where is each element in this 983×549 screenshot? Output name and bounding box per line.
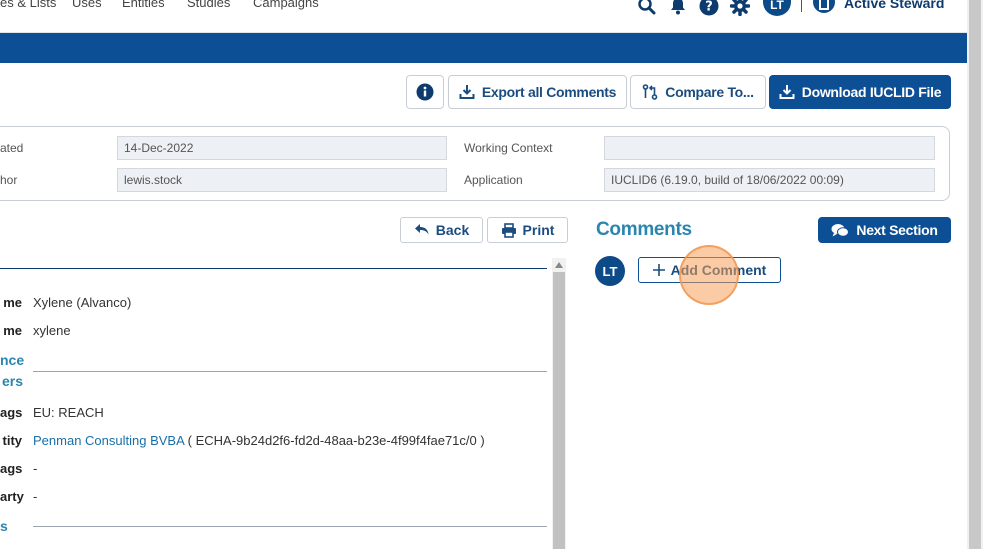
author-label: hor xyxy=(0,173,18,187)
download-iuclid-button[interactable]: Download IUCLID File xyxy=(769,75,951,109)
compare-to-button[interactable]: Compare To... xyxy=(630,75,766,109)
detail-top-rule xyxy=(0,268,547,269)
third-party-value: - xyxy=(33,489,38,504)
search-icon[interactable] xyxy=(637,0,657,16)
scroll-up-icon[interactable] xyxy=(555,262,563,268)
detail-scrollbar[interactable] xyxy=(552,258,566,549)
working-context-field xyxy=(604,136,935,160)
page-scrollbar[interactable] xyxy=(967,0,983,549)
nav-link-studies[interactable]: Studies xyxy=(187,0,230,10)
nav-separator xyxy=(801,0,802,12)
print-label: Print xyxy=(522,222,555,238)
back-label: Back xyxy=(435,222,470,238)
add-comment-button[interactable]: Add Comment xyxy=(638,257,781,283)
print-button[interactable]: Print xyxy=(487,217,568,243)
download-label: Download IUCLID File xyxy=(801,84,942,100)
legal-entity-uuid: ( ECHA-9b24d2f6-fd2d-48aa-b23e-4f99f4fae… xyxy=(184,433,485,448)
export-all-comments-button[interactable]: Export all Comments xyxy=(448,75,627,109)
bell-icon[interactable] xyxy=(668,0,688,16)
nav-link-campaigns[interactable]: Campaigns xyxy=(253,0,319,10)
third-party-label: arty xyxy=(0,489,24,504)
legal-entity-value: Penman Consulting BVBA ( ECHA-9b24d2f6-f… xyxy=(33,433,485,448)
header-bar xyxy=(0,33,967,63)
export-label: Export all Comments xyxy=(481,84,617,100)
svg-text:?: ? xyxy=(705,0,713,15)
regulatory-tags-label: ags xyxy=(0,405,23,420)
author-field: lewis.stock xyxy=(117,168,447,192)
next-section-label: Next Section xyxy=(856,222,938,238)
comments-icon xyxy=(831,223,850,237)
section-divider xyxy=(33,371,547,372)
created-label: ated xyxy=(0,141,24,155)
section-heading-line2: ers xyxy=(1,373,23,389)
next-section-button[interactable]: Next Section xyxy=(818,217,951,243)
nav-link-entities[interactable]: Entities xyxy=(122,0,165,10)
info-icon xyxy=(416,83,434,101)
nav-link-lists[interactable]: es & Lists xyxy=(0,0,56,10)
plus-icon xyxy=(652,264,665,276)
info-button[interactable] xyxy=(406,75,444,109)
help-icon[interactable]: ? xyxy=(699,0,719,16)
nav-link-uses[interactable]: Uses xyxy=(72,0,102,10)
regulatory-tags-value: EU: REACH xyxy=(33,405,104,420)
user-avatar[interactable]: LT xyxy=(763,0,791,16)
add-comment-label: Add Comment xyxy=(670,262,767,278)
application-label: Application xyxy=(464,173,523,187)
other-tags-value: - xyxy=(33,461,38,476)
steward-logo-icon xyxy=(812,0,836,16)
section-heading-line1: nce xyxy=(0,352,25,368)
comment-author-avatar: LT xyxy=(595,256,625,286)
download-icon xyxy=(459,85,475,99)
compare-icon xyxy=(642,84,658,100)
legal-entity-label: tity xyxy=(2,433,23,448)
public-name-value: xylene xyxy=(33,323,71,338)
other-tags-label: ags xyxy=(0,461,23,476)
substance-name-value: Xylene (Alvanco) xyxy=(33,295,132,310)
comments-title: Comments xyxy=(596,219,692,240)
printer-icon xyxy=(501,222,516,238)
created-field: 14-Dec-2022 xyxy=(117,136,447,160)
download-icon xyxy=(779,85,795,99)
section-heading-2: s xyxy=(0,518,8,534)
substance-name-label: me xyxy=(3,295,22,310)
working-context-label: Working Context xyxy=(464,141,553,155)
compare-label: Compare To... xyxy=(665,84,754,100)
public-name-label: me xyxy=(3,323,22,338)
top-nav: es & Lists Uses Entities Studies Campaig… xyxy=(0,0,967,33)
section-divider-2 xyxy=(33,526,547,527)
back-button[interactable]: Back xyxy=(400,217,483,243)
back-arrow-icon xyxy=(414,224,429,235)
application-field: IUCLID6 (6.19.0, build of 18/06/2022 00:… xyxy=(604,168,935,192)
gear-icon[interactable] xyxy=(730,0,750,16)
active-steward-label: Active Steward xyxy=(844,0,945,11)
legal-entity-link[interactable]: Penman Consulting BVBA xyxy=(33,433,184,448)
